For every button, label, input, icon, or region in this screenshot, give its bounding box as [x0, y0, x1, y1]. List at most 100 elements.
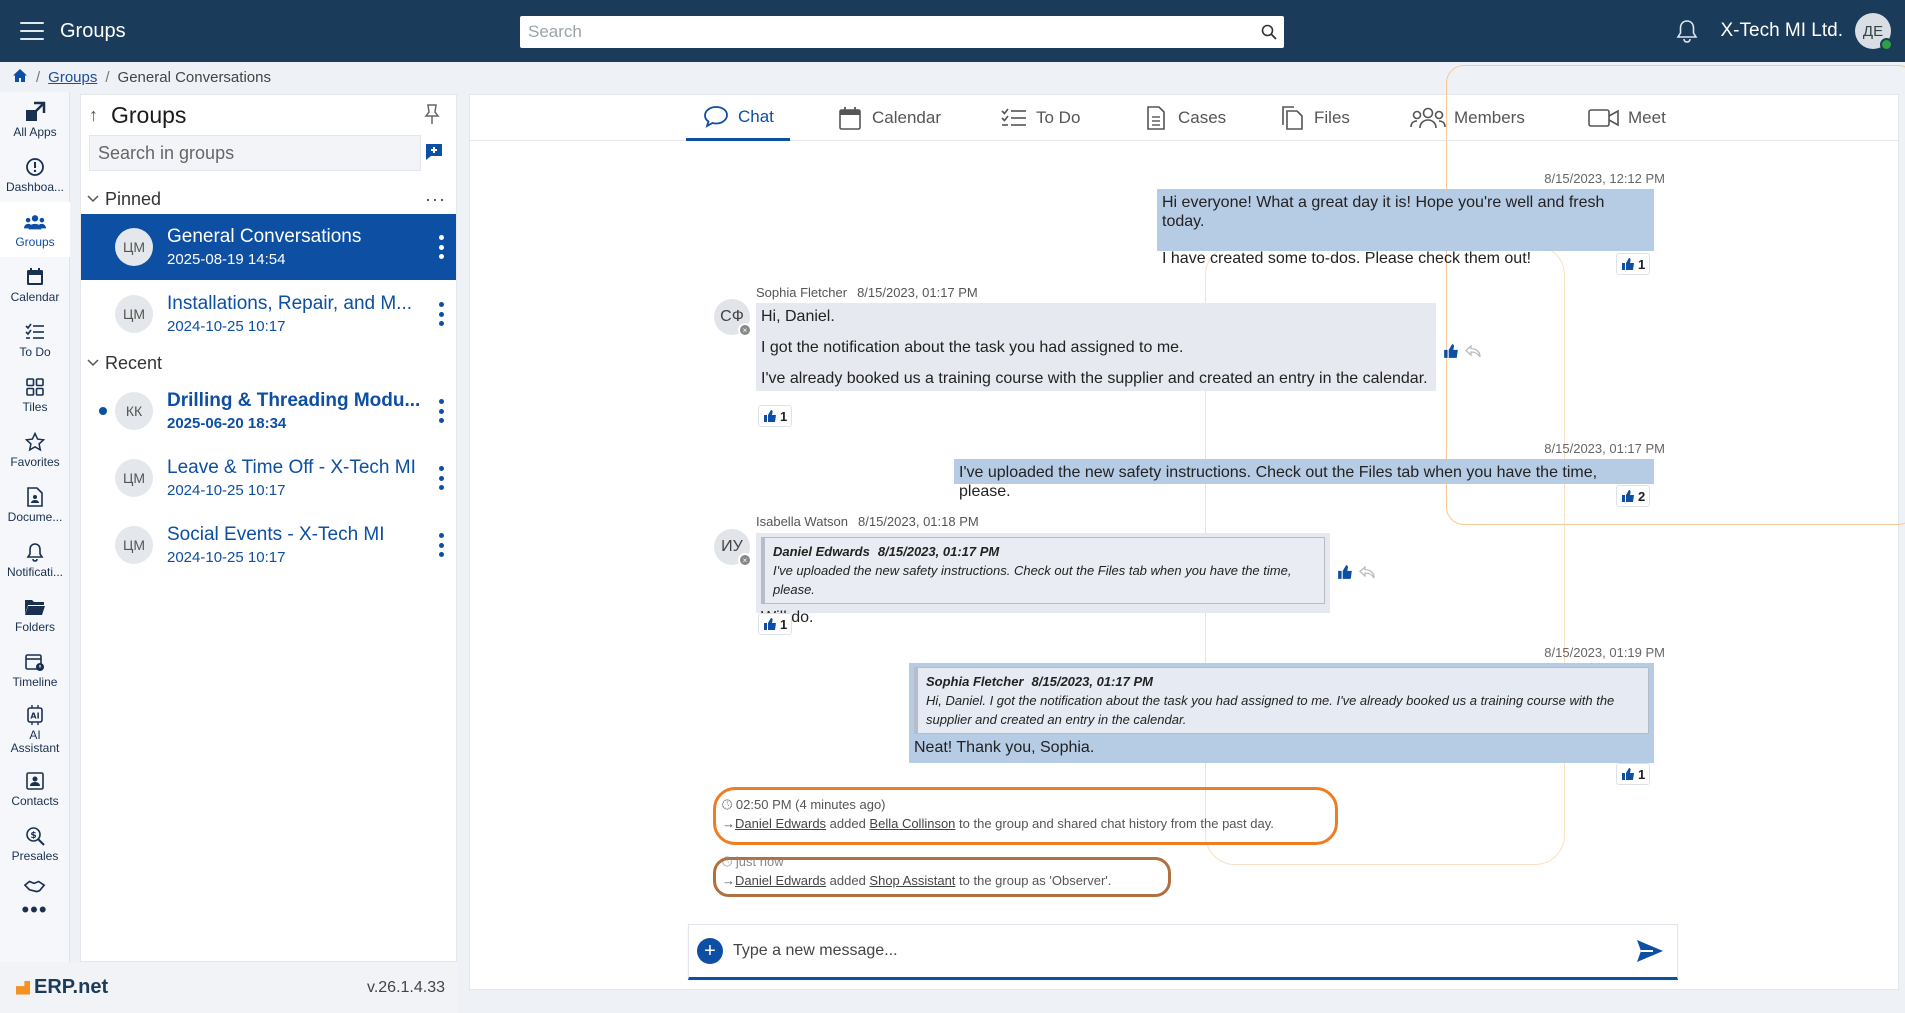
pin-icon[interactable] — [422, 103, 444, 125]
message-sender: Isabella Watson 8/15/2023, 01:18 PM — [756, 514, 979, 529]
sender-avatar[interactable]: СФ × — [714, 299, 752, 337]
reaction-badge[interactable]: 1 — [758, 613, 793, 635]
thumbs-up-icon[interactable] — [1337, 564, 1353, 580]
add-attachment-button[interactable]: + — [697, 938, 723, 964]
group-name: General Conversations — [167, 226, 362, 247]
rail-contacts[interactable]: Contacts — [0, 761, 70, 816]
rail-all-apps[interactable]: All Apps — [0, 92, 70, 147]
reply-icon[interactable] — [1359, 564, 1375, 580]
rail-label: Dashboa... — [5, 180, 65, 194]
presales-icon: $ — [24, 825, 46, 847]
more-apps-icon[interactable]: ••• — [0, 899, 69, 921]
group-item-social-events[interactable]: ЦМ Social Events - X-Tech MI 2024-10-25 … — [81, 512, 456, 578]
group-menu-icon[interactable] — [438, 399, 444, 423]
reaction-badge[interactable]: 1 — [1616, 253, 1651, 275]
event-target-link[interactable]: Bella Collinson — [869, 816, 955, 831]
message-text: I got the notification about the task yo… — [761, 339, 1184, 356]
rail-calendar[interactable]: Calendar — [0, 257, 70, 312]
groups-search-input[interactable] — [98, 142, 420, 164]
rail-label: Presales — [11, 849, 59, 863]
group-menu-icon[interactable] — [438, 302, 444, 326]
pinned-label: Pinned — [105, 188, 162, 209]
event-target-link[interactable]: Shop Assistant — [869, 873, 955, 888]
group-date: 2024-10-25 10:17 — [167, 318, 286, 335]
rail-favorites[interactable]: Favorites — [0, 422, 70, 477]
group-item-leave[interactable]: ЦМ Leave & Time Off - X-Tech MI 2024-10-… — [81, 445, 456, 511]
group-menu-icon[interactable] — [438, 533, 444, 557]
send-icon[interactable] — [1635, 936, 1665, 966]
group-menu-icon[interactable] — [438, 466, 444, 490]
bell-icon[interactable] — [1673, 17, 1701, 45]
breadcrumb-groups-link[interactable]: Groups — [48, 69, 97, 86]
reply-icon[interactable] — [1465, 343, 1481, 359]
system-event: →Daniel Edwards added Shop Assistant to … — [722, 873, 1112, 888]
rail-label: Timeline — [12, 675, 58, 689]
event-actor-link[interactable]: Daniel Edwards — [735, 816, 826, 831]
tab-members[interactable]: Members — [1410, 95, 1525, 141]
up-arrow-icon[interactable]: ↑ — [89, 105, 105, 126]
recent-label: Recent — [105, 352, 163, 373]
rail-ai-assistant[interactable]: AI AI Assistant — [0, 697, 70, 761]
user-avatar[interactable]: ДЕ — [1855, 13, 1893, 51]
group-item-drilling[interactable]: КК Drilling & Threading Modu... 2025-06-… — [81, 378, 456, 444]
quoted-message[interactable]: Daniel Edwards 8/15/2023, 01:17 PM I've u… — [761, 537, 1325, 604]
thumbs-up-icon[interactable] — [1443, 343, 1459, 359]
rail-timeline[interactable]: Timeline — [0, 642, 70, 697]
tab-cases[interactable]: Cases — [1142, 95, 1226, 141]
todo-icon — [24, 321, 46, 343]
group-menu-icon[interactable] — [438, 235, 444, 259]
rail-label: Contacts — [11, 794, 59, 808]
pinned-section-header[interactable]: Pinned ··· — [81, 185, 456, 213]
more-icon[interactable]: ··· — [425, 189, 446, 210]
group-date: 2025-06-20 18:34 — [167, 415, 287, 432]
message-bubble[interactable]: Hi, Daniel. I got the notification about… — [756, 303, 1436, 391]
rail-groups[interactable]: Groups — [0, 202, 70, 257]
tab-meet[interactable]: Meet — [1588, 95, 1666, 141]
recent-section-header[interactable]: Recent — [81, 349, 456, 377]
offline-status-icon: × — [738, 553, 752, 567]
message-bubble[interactable]: Hi everyone! What a great day it is! Hop… — [1157, 189, 1654, 267]
rail-dashboard[interactable]: Dashboa... — [0, 147, 70, 202]
menu-icon[interactable] — [20, 22, 44, 40]
rail-tiles[interactable]: Tiles — [0, 367, 70, 422]
reaction-badge[interactable]: 1 — [758, 405, 793, 427]
tab-calendar[interactable]: Calendar — [836, 95, 941, 141]
event-actor-link[interactable]: Daniel Edwards — [735, 873, 826, 888]
search-icon[interactable] — [1254, 17, 1284, 47]
company-name[interactable]: X-Tech MI Ltd. — [1721, 20, 1844, 42]
sender-avatar[interactable]: ИУ × — [714, 529, 752, 567]
rail-label: All Apps — [13, 125, 57, 139]
message-text: Neat! Thank you, Sophia. — [914, 739, 1095, 756]
message-bubble[interactable]: Sophia Fletcher 8/15/2023, 01:17 PM Hi, D… — [909, 663, 1654, 763]
clock-icon: 🕓︎ — [722, 797, 733, 812]
rail-todo[interactable]: To Do — [0, 312, 70, 367]
groups-icon — [24, 211, 46, 233]
quoted-message[interactable]: Sophia Fletcher 8/15/2023, 01:17 PM Hi, D… — [914, 667, 1649, 734]
new-group-icon[interactable] — [424, 142, 444, 162]
tab-files[interactable]: Files — [1278, 95, 1350, 141]
message-text: I have created some to-dos. Please check… — [1162, 250, 1532, 267]
rail-folders[interactable]: Folders — [0, 587, 70, 642]
group-avatar: ЦМ — [115, 228, 153, 266]
breadcrumb-current: General Conversations — [117, 68, 271, 86]
message-bubble[interactable]: Daniel Edwards 8/15/2023, 01:17 PM I've u… — [756, 533, 1330, 626]
group-item-general-conversations[interactable]: ЦМ General Conversations 2025-08-19 14:5… — [81, 214, 456, 280]
tab-chat[interactable]: Chat — [686, 95, 790, 141]
reaction-badge[interactable]: 2 — [1616, 485, 1651, 507]
global-search-input[interactable] — [520, 16, 1254, 48]
group-name: Drilling & Threading Modu... — [167, 390, 421, 411]
quote-author: Daniel Edwards — [773, 544, 870, 559]
group-item-installations[interactable]: ЦМ Installations, Repair, and M... 2024-… — [81, 281, 456, 347]
rail-notifications[interactable]: Notificati... — [0, 532, 70, 587]
reaction-badge[interactable]: 1 — [1616, 763, 1651, 785]
rail-presales[interactable]: $ Presales — [0, 816, 70, 871]
rail-documents[interactable]: Docume... — [0, 477, 70, 532]
quote-author: Sophia Fletcher — [926, 674, 1024, 689]
message-input[interactable] — [733, 942, 1635, 960]
tab-todo[interactable]: To Do — [1000, 95, 1080, 141]
group-date: 2025-08-19 14:54 — [167, 251, 286, 268]
message-text: Hi, Daniel. — [761, 308, 835, 325]
home-icon[interactable] — [12, 68, 28, 87]
message-bubble[interactable]: I've uploaded the new safety instruction… — [954, 459, 1654, 500]
message-composer: + — [688, 924, 1678, 980]
